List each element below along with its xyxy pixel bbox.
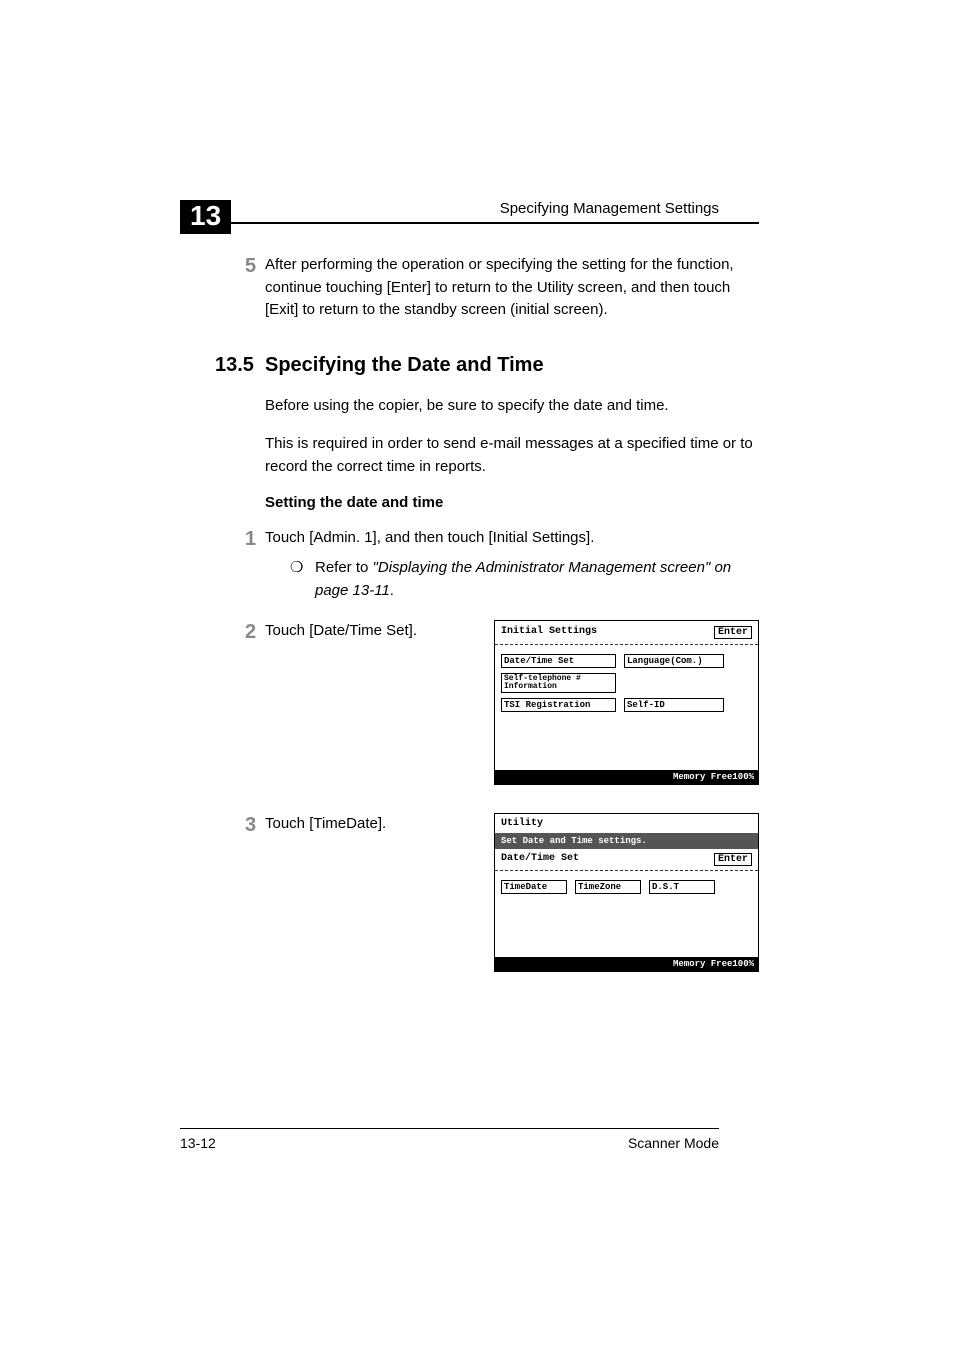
note-prefix: Refer to: [315, 559, 373, 576]
utility-message: Set Date and Time settings.: [495, 833, 758, 849]
date-time-set-button[interactable]: Date/Time Set: [501, 654, 616, 668]
page-number: 13-12: [180, 1135, 216, 1151]
step-number: 2: [180, 620, 265, 644]
procedure-sub-heading: Setting the date and time: [265, 494, 759, 511]
step-3: 3 Touch [TimeDate].: [180, 813, 475, 837]
step-number: 3: [180, 813, 265, 837]
sub-titlebar: Date/Time Set Enter: [495, 849, 758, 871]
section-number: 13.5: [180, 354, 265, 377]
timedate-button[interactable]: TimeDate: [501, 880, 567, 894]
section-paragraph-2: This is required in order to send e-mail…: [265, 433, 759, 478]
step-1-note: ❍ Refer to "Displaying the Administrator…: [290, 557, 759, 602]
step-2-row: 2 Touch [Date/Time Set]. Initial Setting…: [180, 620, 759, 785]
sub-title: Date/Time Set: [501, 853, 579, 866]
memory-free-label: Memory Free: [673, 959, 732, 969]
note-text: Refer to "Displaying the Administrator M…: [315, 557, 759, 602]
section-heading: Specifying the Date and Time: [265, 354, 544, 377]
page-header-title: Specifying Management Settings: [180, 200, 759, 217]
screen-body: TimeDate TimeZone D.S.T: [495, 871, 758, 957]
step-1: 1 Touch [Admin. 1], and then touch [Init…: [180, 527, 759, 551]
enter-button[interactable]: Enter: [714, 853, 752, 866]
header-rule: [180, 222, 759, 224]
section-heading-row: 13.5 Specifying the Date and Time: [180, 354, 759, 377]
note-suffix: .: [390, 582, 394, 599]
footer-label: Scanner Mode: [628, 1135, 719, 1151]
step-text: After performing the operation or specif…: [265, 254, 759, 322]
memory-free-label: Memory Free: [673, 772, 732, 782]
step-number: 1: [180, 527, 265, 551]
timezone-button[interactable]: TimeZone: [575, 880, 641, 894]
step-text: Touch [TimeDate].: [265, 813, 386, 837]
page-footer: 13-12 Scanner Mode: [180, 1128, 719, 1151]
screen-footer: Memory Free100%: [495, 957, 758, 971]
step-text: Touch [Date/Time Set].: [265, 620, 417, 644]
self-id-button[interactable]: Self-ID: [624, 698, 724, 712]
language-button[interactable]: Language(Com.): [624, 654, 724, 668]
tsi-registration-button[interactable]: TSI Registration: [501, 698, 616, 712]
memory-free-value: 100%: [732, 959, 754, 969]
step-2: 2 Touch [Date/Time Set].: [180, 620, 475, 644]
step-5: 5 After performing the operation or spec…: [180, 254, 759, 322]
note-bullet-icon: ❍: [290, 557, 315, 602]
chapter-number: 13: [180, 200, 231, 234]
memory-free-value: 100%: [732, 772, 754, 782]
enter-button[interactable]: Enter: [714, 626, 752, 639]
step-text: Touch [Admin. 1], and then touch [Initia…: [265, 527, 594, 551]
note-reference: "Displaying the Administrator Management…: [315, 559, 731, 599]
section-paragraph-1: Before using the copier, be sure to spec…: [265, 395, 759, 418]
self-telephone-button[interactable]: Self-telephone # Information: [501, 673, 616, 693]
step-number: 5: [180, 254, 265, 322]
screen-footer: Memory Free100%: [495, 770, 758, 784]
utility-header: Utility: [495, 814, 758, 833]
footer-rule: [180, 1128, 719, 1129]
screen-body: Date/Time Set Language(Com.) Self-teleph…: [495, 645, 758, 770]
screen-title: Initial Settings: [501, 626, 597, 639]
dst-button[interactable]: D.S.T: [649, 880, 715, 894]
date-time-set-screenshot: Utility Set Date and Time settings. Date…: [494, 813, 759, 972]
screen-titlebar: Initial Settings Enter: [495, 621, 758, 645]
step-3-row: 3 Touch [TimeDate]. Utility Set Date and…: [180, 813, 759, 972]
initial-settings-screenshot: Initial Settings Enter Date/Time Set Lan…: [494, 620, 759, 785]
